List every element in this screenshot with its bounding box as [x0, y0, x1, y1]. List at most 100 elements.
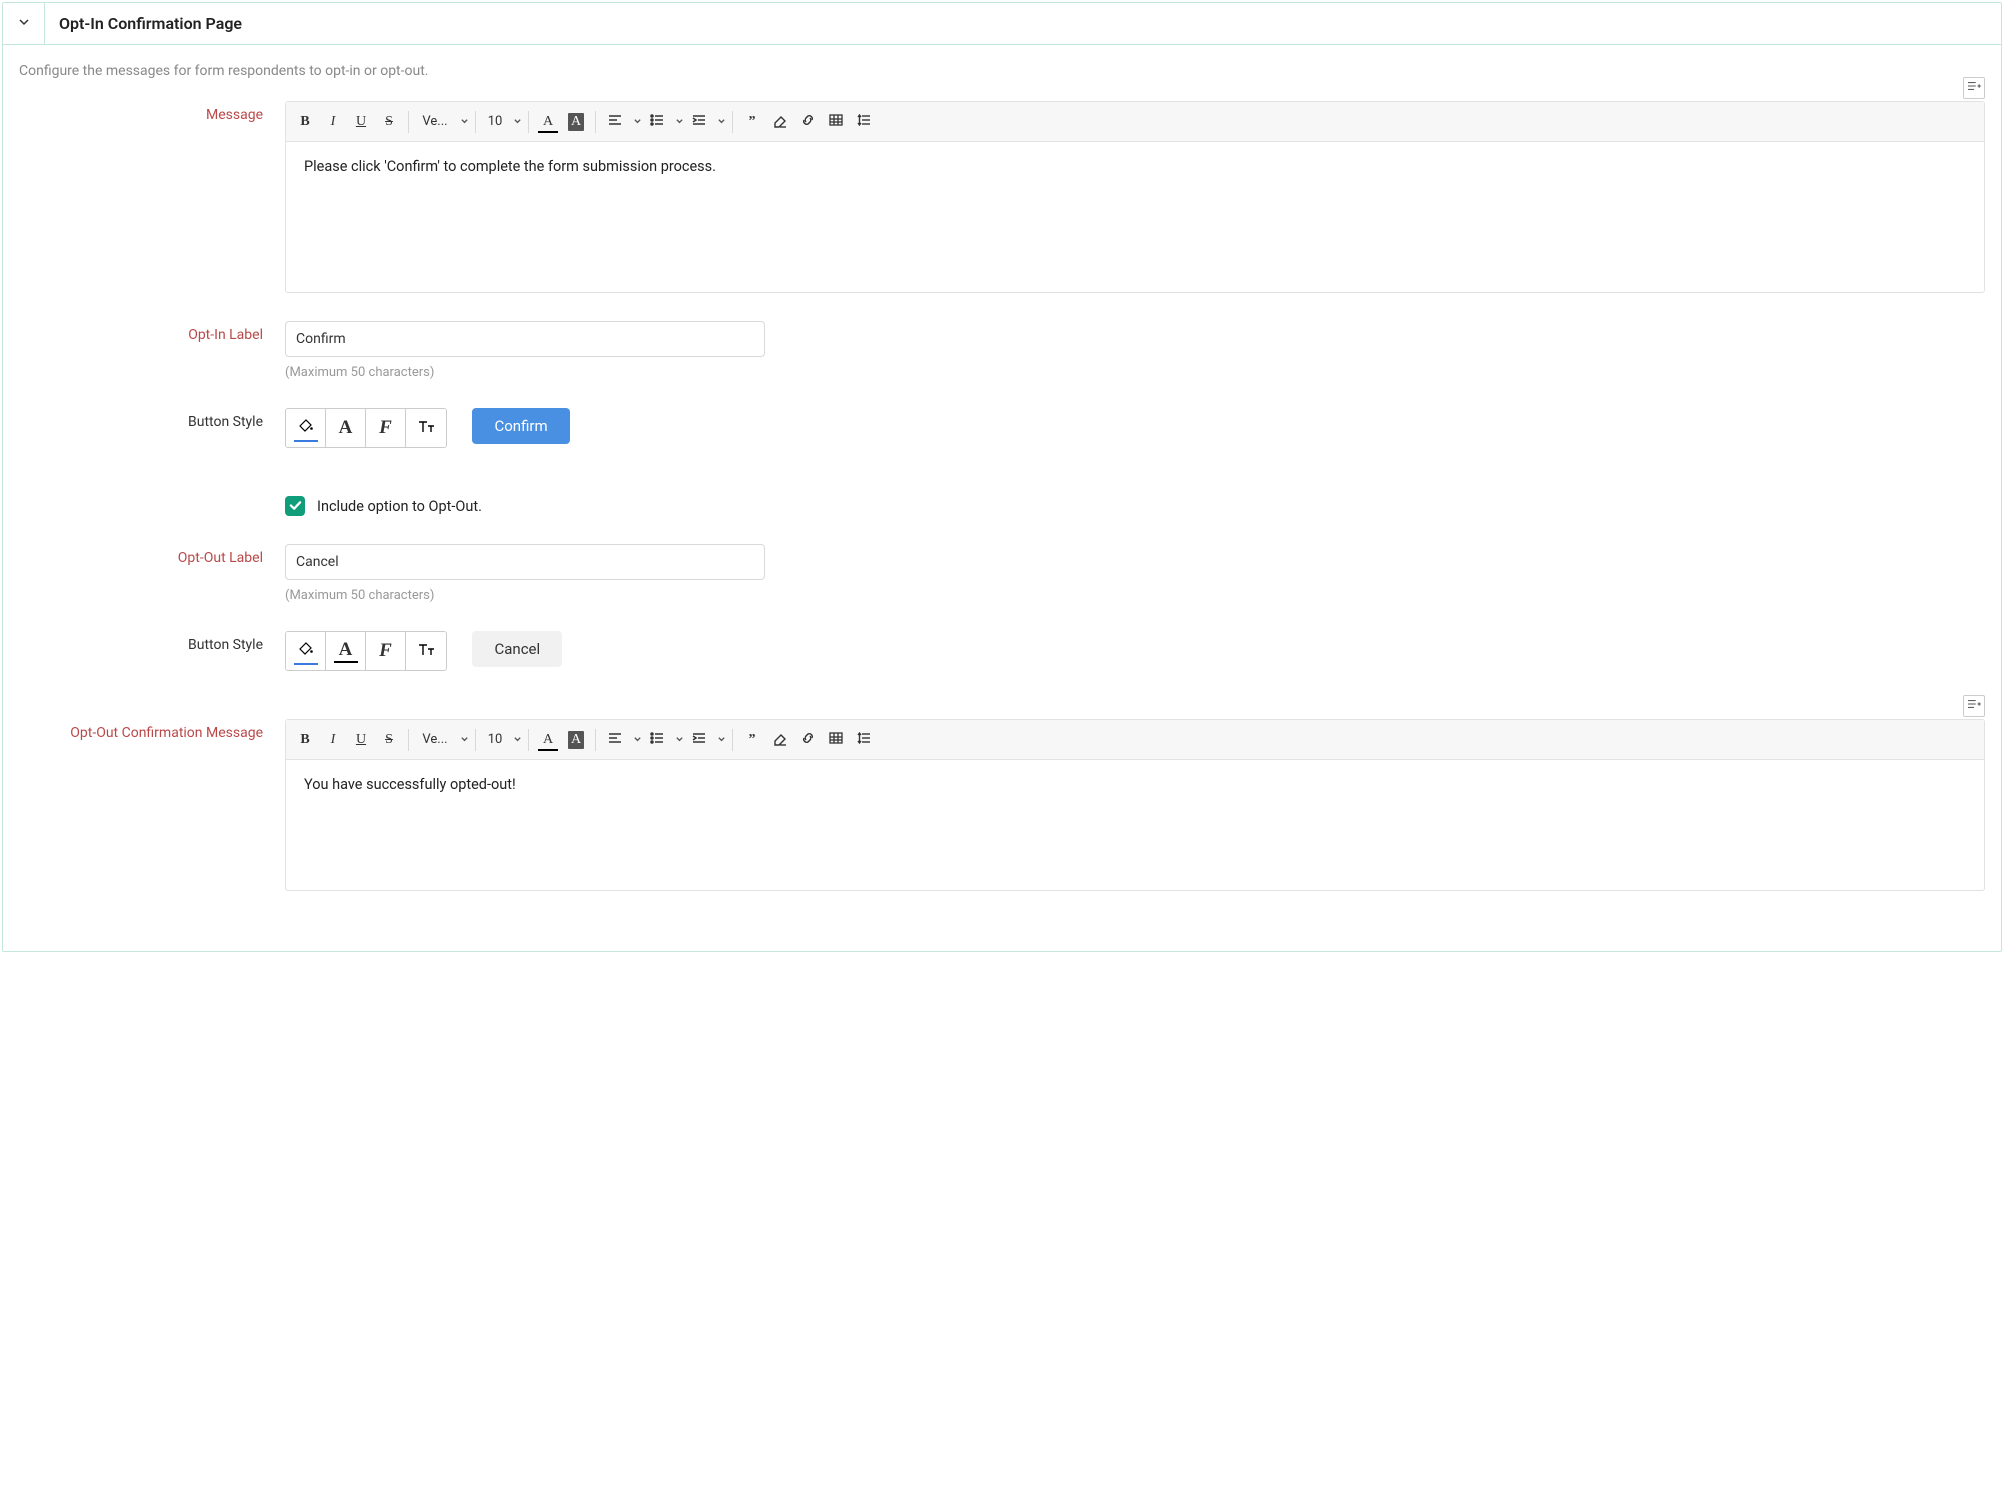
- hint-max50: (Maximum 50 characters): [285, 365, 1985, 380]
- strike-button[interactable]: S: [376, 727, 402, 753]
- include-optout-label: Include option to Opt-Out.: [317, 498, 482, 515]
- clear-format-button[interactable]: [767, 727, 793, 753]
- fill-color-button[interactable]: [286, 409, 326, 447]
- include-optout-checkbox[interactable]: [285, 496, 305, 516]
- quote-button[interactable]: ”: [739, 109, 765, 135]
- label-button-style-2: Button Style: [19, 631, 285, 653]
- panel-title: Opt-In Confirmation Page: [45, 14, 242, 33]
- eraser-icon: [772, 112, 788, 132]
- line-height-button[interactable]: [851, 727, 877, 753]
- clear-format-button[interactable]: [767, 109, 793, 135]
- font-size-select[interactable]: 10: [482, 109, 508, 135]
- accordion-panel: Opt-In Confirmation Page Configure the m…: [2, 2, 2002, 952]
- font-size-select[interactable]: 10: [482, 727, 508, 753]
- link-icon: [800, 730, 816, 750]
- underline-button[interactable]: U: [348, 727, 374, 753]
- chevron-down-icon: [675, 732, 684, 748]
- eraser-icon: [772, 730, 788, 750]
- insert-merge-tag-button-2[interactable]: [1963, 695, 1985, 717]
- list-button[interactable]: [644, 727, 670, 753]
- font-family-select[interactable]: Ve...: [415, 109, 455, 135]
- chevron-down-icon: [460, 732, 469, 748]
- rte-toolbar-2: B I U S Ve... 10 A A: [286, 720, 1984, 760]
- list-button[interactable]: [644, 109, 670, 135]
- optout-message-body[interactable]: You have successfully opted-out!: [286, 760, 1984, 890]
- message-body[interactable]: Please click 'Confirm' to complete the f…: [286, 142, 1984, 292]
- text-color-button-2[interactable]: A: [326, 632, 366, 670]
- optout-style-group: A F: [285, 631, 447, 671]
- optout-message-editor: B I U S Ve... 10 A A: [285, 719, 1985, 891]
- hint-max50-2: (Maximum 50 characters): [285, 588, 1985, 603]
- line-height-icon: [856, 112, 872, 132]
- align-left-icon: [607, 112, 623, 132]
- indent-button[interactable]: [686, 727, 712, 753]
- table-icon: [828, 730, 844, 750]
- font-size-button-2[interactable]: [406, 632, 446, 670]
- italic-button[interactable]: I: [320, 727, 346, 753]
- paint-bucket-icon: [296, 415, 316, 439]
- chevron-down-icon: [717, 114, 726, 130]
- table-button[interactable]: [823, 109, 849, 135]
- chevron-down-icon: [460, 114, 469, 130]
- line-height-icon: [856, 730, 872, 750]
- optout-preview-button: Cancel: [472, 631, 562, 667]
- font-color-button[interactable]: A: [535, 109, 561, 135]
- chevron-down-icon: [513, 114, 522, 130]
- label-optout: Opt-Out Label: [19, 544, 285, 566]
- optout-label-input[interactable]: [285, 544, 765, 580]
- indent-button[interactable]: [686, 109, 712, 135]
- bold-button[interactable]: B: [292, 109, 318, 135]
- collapse-toggle[interactable]: [3, 3, 45, 45]
- paint-bucket-icon: [296, 638, 316, 662]
- italic-button[interactable]: I: [320, 109, 346, 135]
- list-icon: [649, 730, 665, 750]
- indent-icon: [691, 112, 707, 132]
- label-message: Message: [19, 101, 285, 123]
- label-button-style-1: Button Style: [19, 408, 285, 430]
- chevron-down-icon: [633, 732, 642, 748]
- optin-preview-button: Confirm: [472, 408, 569, 444]
- text-size-icon: [416, 416, 436, 440]
- chevron-down-icon: [675, 114, 684, 130]
- quote-button[interactable]: ”: [739, 727, 765, 753]
- font-style-button[interactable]: F: [366, 409, 406, 447]
- table-button[interactable]: [823, 727, 849, 753]
- text-color-button[interactable]: A: [326, 409, 366, 447]
- insert-field-icon: [1967, 80, 1981, 96]
- line-height-button[interactable]: [851, 109, 877, 135]
- chevron-down-icon: [513, 732, 522, 748]
- panel-description: Configure the messages for form responde…: [3, 45, 2001, 91]
- check-icon: [289, 498, 302, 515]
- align-button[interactable]: [602, 727, 628, 753]
- link-button[interactable]: [795, 727, 821, 753]
- accordion-header[interactable]: Opt-In Confirmation Page: [3, 3, 2001, 45]
- strike-button[interactable]: S: [376, 109, 402, 135]
- list-icon: [649, 112, 665, 132]
- insert-field-icon: [1967, 698, 1981, 714]
- font-family-select[interactable]: Ve...: [415, 727, 455, 753]
- link-icon: [800, 112, 816, 132]
- font-style-button-2[interactable]: F: [366, 632, 406, 670]
- highlight-color-button[interactable]: A: [563, 109, 589, 135]
- label-optout-msg: Opt-Out Confirmation Message: [19, 719, 285, 741]
- insert-merge-tag-button[interactable]: [1963, 77, 1985, 99]
- fill-color-button-2[interactable]: [286, 632, 326, 670]
- text-size-icon: [416, 639, 436, 663]
- optin-label-input[interactable]: [285, 321, 765, 357]
- indent-icon: [691, 730, 707, 750]
- rte-toolbar: B I U S Ve... 10 A A: [286, 102, 1984, 142]
- highlight-color-button[interactable]: A: [563, 727, 589, 753]
- chevron-down-icon: [717, 732, 726, 748]
- align-button[interactable]: [602, 109, 628, 135]
- font-color-button[interactable]: A: [535, 727, 561, 753]
- font-size-button[interactable]: [406, 409, 446, 447]
- align-left-icon: [607, 730, 623, 750]
- chevron-down-icon: [16, 14, 32, 34]
- form-area: Message B I U S Ve... 10: [3, 101, 2001, 931]
- chevron-down-icon: [633, 114, 642, 130]
- bold-button[interactable]: B: [292, 727, 318, 753]
- table-icon: [828, 112, 844, 132]
- link-button[interactable]: [795, 109, 821, 135]
- underline-button[interactable]: U: [348, 109, 374, 135]
- message-editor: B I U S Ve... 10 A A: [285, 101, 1985, 293]
